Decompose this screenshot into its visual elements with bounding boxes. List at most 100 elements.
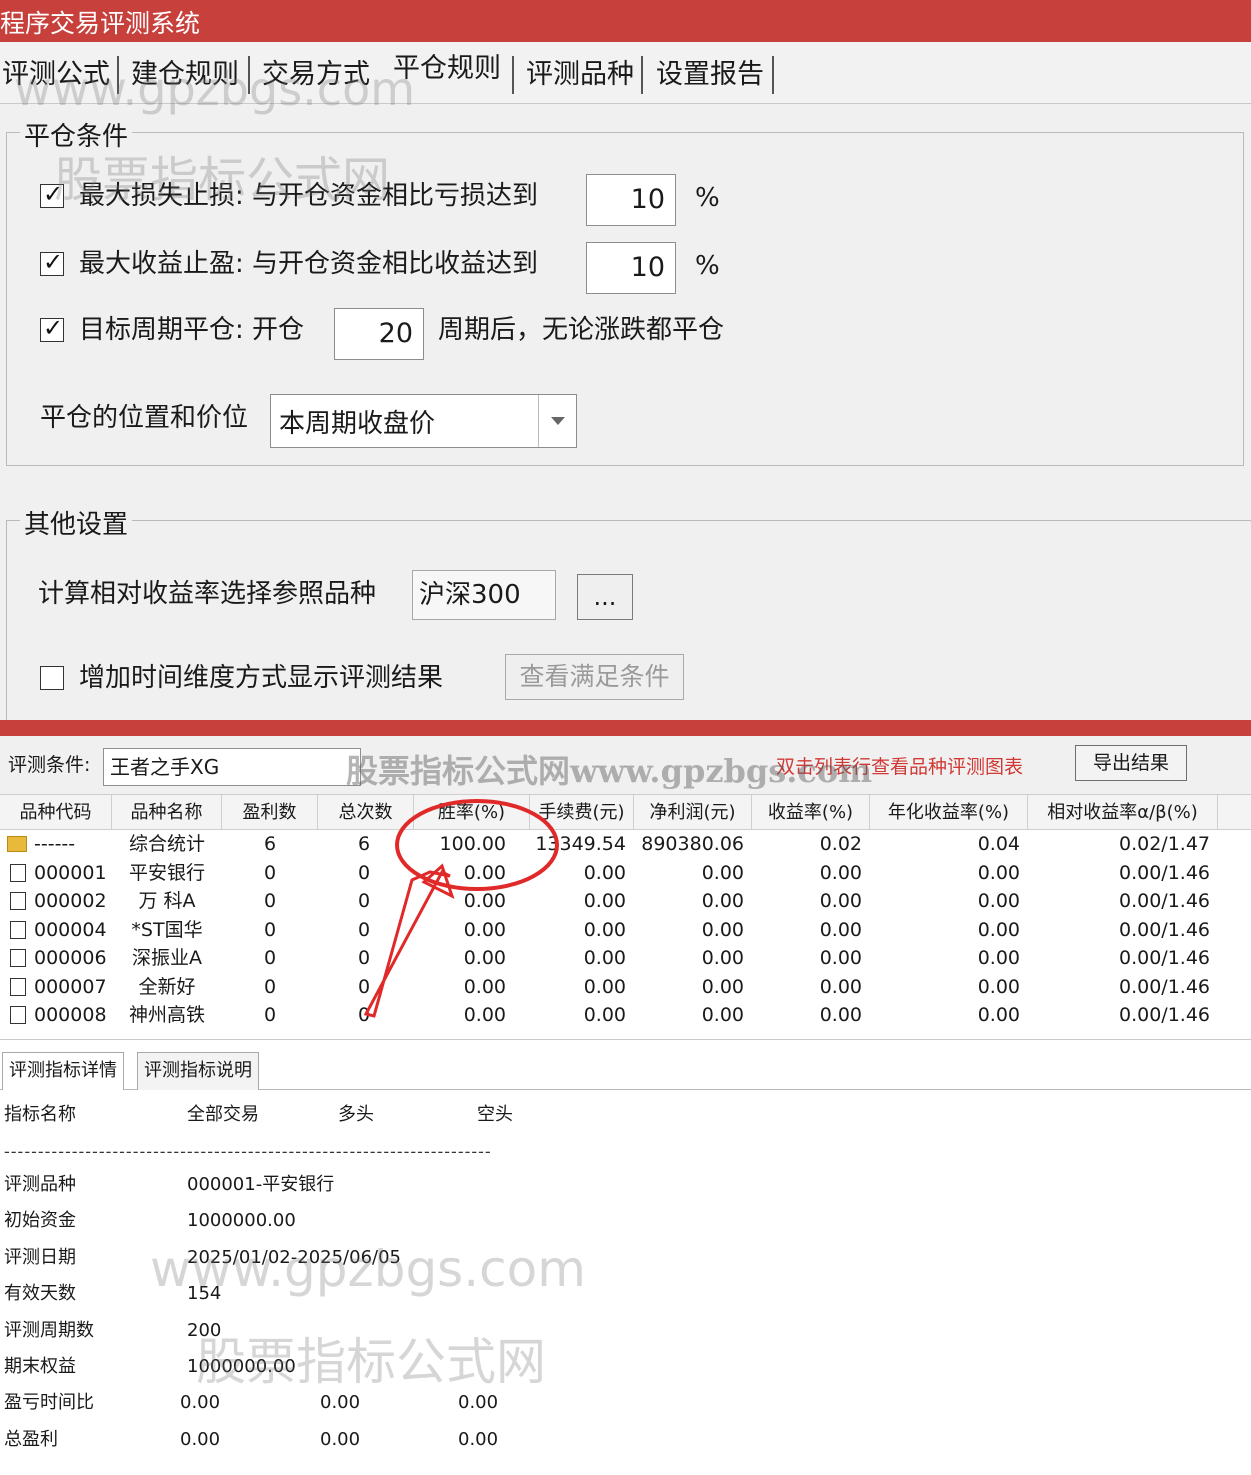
summary-row[interactable]: ------ 综合统计 6 6 100.00 13349.54 890380.06 0.02 0…	[0, 830, 1251, 859]
cell-net: 890380.06	[641, 833, 744, 855]
cell-ret: 0.00	[819, 861, 862, 884]
cell-annual: 0.00	[977, 861, 1020, 884]
checkmark-icon: ✓	[43, 248, 64, 276]
tab-strip: 评测公式 建仓规则 交易方式 平仓规则 评测品种 设置报告	[0, 42, 1251, 104]
stop-loss-label: 最大损失止损: 与开仓资金相比亏损达到	[79, 181, 539, 211]
cell-fee: 0.00	[583, 1004, 626, 1026]
column-header[interactable]: 相对收益率α/β(%)	[1028, 795, 1218, 831]
cell-total: 0	[357, 947, 371, 969]
dropdown-button[interactable]	[538, 395, 576, 447]
time-dimension-label: 增加时间维度方式显示评测结果	[79, 663, 444, 693]
column-header[interactable]: 总次数	[318, 795, 414, 831]
detail-value: 0.00	[458, 1428, 499, 1450]
stop-loss-checkbox[interactable]: ✓	[40, 180, 64, 208]
cell-code: 000001	[34, 861, 107, 884]
tab-close-rules[interactable]: 平仓规则	[393, 50, 501, 88]
detail-label: 有效天数	[4, 1283, 76, 1305]
cell-ret: 0.00	[819, 890, 862, 912]
time-dimension-checkbox[interactable]	[40, 666, 64, 690]
reference-instrument-field[interactable]: 沪深300	[412, 570, 556, 620]
tab-trade-mode[interactable]: 交易方式	[262, 56, 370, 94]
column-header[interactable]: 手续费(元)	[530, 795, 634, 831]
cell-ret: 0.00	[819, 1004, 862, 1026]
browse-reference-button[interactable]: ...	[577, 574, 633, 620]
column-header[interactable]: 品种代码	[0, 795, 112, 831]
cell-fee: 0.00	[583, 918, 626, 941]
metric-details-panel: 指标名称 全部交易 多头 空头 ------------------------…	[0, 1090, 1251, 1475]
results-table-body: ------ 综合统计 6 6 100.00 13349.54 890380.06 0.02 0…	[0, 830, 1251, 1040]
tab-open-rules[interactable]: 建仓规则	[131, 56, 239, 94]
cell-net: 0.00	[701, 1004, 744, 1026]
tab-report[interactable]: 设置报告	[656, 56, 764, 94]
take-profit-label: 最大收益止盈: 与开仓资金相比收益达到	[79, 249, 539, 279]
table-row[interactable]: 000006 深振业A 0 0 0.00 0.00 0.00 0.00 0.00 0.00/1.4…	[0, 944, 1251, 973]
condition-field[interactable]: 王者之手XG	[103, 748, 361, 786]
detail-value: 0.00	[320, 1392, 361, 1414]
position-price-label: 平仓的位置和价位	[40, 403, 249, 433]
table-row[interactable]: 000001 平安银行 0 0 0.00 0.00 0.00 0.00 0.00 0.00/1.4…	[0, 859, 1251, 888]
document-icon	[10, 892, 26, 910]
cell-name: 平安银行	[128, 861, 205, 884]
take-profit-unit: %	[695, 251, 720, 281]
tab-instruments[interactable]: 评测品种	[526, 56, 634, 94]
take-profit-input[interactable]: 10	[586, 242, 676, 294]
export-results-button[interactable]: 导出结果	[1075, 745, 1187, 781]
detail-header-all: 全部交易	[187, 1104, 259, 1125]
cell-winrate: 100.00	[439, 833, 506, 855]
take-profit-checkbox[interactable]: ✓	[40, 248, 64, 276]
target-period-input[interactable]: 20	[334, 308, 424, 360]
results-window: 评测条件: 王者之手XG 双击列表行查看品种评测图表 导出结果 品种代码 品种名…	[0, 736, 1251, 1475]
cell-winrate: 0.00	[463, 890, 506, 912]
cell-annual: 0.00	[977, 975, 1020, 998]
cell-net: 0.00	[701, 861, 744, 884]
table-row[interactable]: 000004 *ST国华 0 0 0.00 0.00 0.00 0.00 0.00 0.00/1.…	[0, 916, 1251, 945]
stop-loss-unit: %	[695, 183, 720, 213]
tab-metric-description[interactable]: 评测指标说明	[137, 1052, 259, 1090]
cell-winrate: 0.00	[463, 975, 506, 998]
cell-code: 000002	[34, 890, 107, 912]
column-header[interactable]: 盈利数	[222, 795, 318, 831]
target-period-suffix: 周期后，无论涨跌都平仓	[438, 315, 725, 345]
cell-total: 0	[357, 975, 371, 998]
other-settings-title: 其他设置	[20, 504, 133, 541]
detail-value: 154	[187, 1283, 222, 1305]
column-header[interactable]: 收益率(%)	[752, 795, 870, 831]
detail-value: 0.00	[458, 1392, 499, 1414]
checkmark-icon: ✓	[43, 314, 64, 342]
cell-code: 000007	[34, 975, 107, 998]
cell-name: 深振业A	[132, 947, 202, 969]
results-window-titlebar	[0, 720, 1251, 736]
cell-relative: 0.00/1.46	[1118, 1004, 1210, 1026]
tab-metric-details[interactable]: 评测指标详情	[2, 1052, 124, 1090]
reference-label: 计算相对收益率选择参照品种	[38, 579, 377, 609]
detail-value: 1000000.00	[187, 1356, 296, 1377]
cell-ret: 0.00	[819, 947, 862, 969]
table-row[interactable]: 000007 全新好 0 0 0.00 0.00 0.00 0.00 0.00 0.00/1.46	[0, 973, 1251, 1002]
position-price-value: 本周期收盘价	[279, 409, 436, 439]
cell-total: 0	[357, 1004, 371, 1026]
cell-name: 万 科A	[138, 890, 196, 912]
column-header[interactable]: 净利润(元)	[634, 795, 752, 831]
cell-fee: 13349.54	[535, 833, 626, 855]
tab-separator	[772, 56, 774, 94]
column-header[interactable]: 品种名称	[112, 795, 222, 831]
cell-fee: 0.00	[583, 947, 626, 969]
condition-label: 评测条件:	[8, 754, 91, 776]
view-conditions-button[interactable]: 查看满足条件	[505, 654, 684, 700]
stop-loss-input[interactable]: 10	[586, 174, 676, 226]
position-price-select[interactable]: 本周期收盘价	[270, 394, 577, 448]
tab-separator	[248, 56, 250, 94]
column-header[interactable]: 年化收益率(%)	[870, 795, 1028, 831]
cell-annual: 0.00	[977, 947, 1020, 969]
cell-code: 000006	[34, 947, 107, 969]
column-header[interactable]: 胜率(%)	[414, 795, 530, 831]
cell-winrate: 0.00	[463, 918, 506, 941]
detail-separator: ----------------------------------------…	[4, 1142, 492, 1161]
tab-formula[interactable]: 评测公式	[2, 56, 110, 94]
results-table-header: 品种代码 品种名称 盈利数 总次数 胜率(%) 手续费(元) 净利润(元) 收益…	[0, 794, 1251, 831]
checkmark-icon: ✓	[43, 180, 64, 208]
table-row[interactable]: 000008 神州高铁 0 0 0.00 0.00 0.00 0.00 0.00 0.00/1.4…	[0, 1001, 1251, 1030]
table-row[interactable]: 000002 万 科A 0 0 0.00 0.00 0.00 0.00 0.00 0.00/1.4…	[0, 887, 1251, 916]
cell-net: 0.00	[701, 975, 744, 998]
target-period-checkbox[interactable]: ✓	[40, 314, 64, 342]
